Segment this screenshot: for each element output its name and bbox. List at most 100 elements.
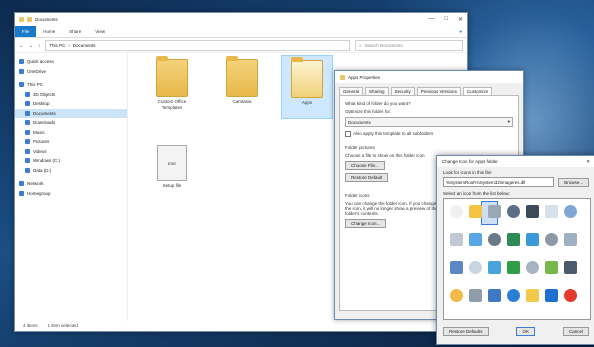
ribbon-tab-home[interactable]: Home — [36, 26, 62, 37]
icon-option[interactable] — [450, 289, 463, 302]
icon-option[interactable] — [469, 233, 482, 246]
icon-option[interactable] — [469, 289, 482, 302]
icon-option[interactable] — [564, 205, 577, 218]
restore-defaults-button[interactable]: Restore Defaults — [443, 327, 489, 336]
breadcrumb-documents[interactable]: Documents — [73, 43, 96, 48]
sidebar-item-network[interactable]: Network — [15, 179, 127, 189]
file-item-setup[interactable]: EXE Setup file — [147, 145, 197, 189]
back-arrow-icon[interactable]: ← — [19, 43, 24, 48]
icon-option[interactable] — [526, 289, 539, 302]
file-item-custom-office-templates[interactable]: Custom Office Templates — [147, 56, 197, 110]
ribbon-tab-share[interactable]: Share — [62, 26, 88, 37]
ribbon-tab-file[interactable]: File — [15, 26, 37, 37]
icon-option[interactable] — [564, 233, 577, 246]
sidebar-item-downloads[interactable]: Downloads — [15, 118, 127, 128]
sidebar-item-music[interactable]: Music — [15, 128, 127, 138]
search-placeholder: Search Documents — [364, 42, 403, 48]
icon-option[interactable] — [507, 233, 520, 246]
browse-button[interactable]: Browse... — [558, 177, 589, 187]
sidebar-item-quick-access[interactable]: Quick access — [15, 57, 127, 67]
sidebar-item-this-pc[interactable]: This PC — [15, 80, 127, 90]
change-icon-ok-button[interactable]: OK — [516, 327, 535, 336]
breadcrumb-this-pc[interactable]: This PC — [49, 43, 65, 48]
sidebar-item-homegroup[interactable]: Homegroup — [15, 189, 127, 199]
minimize-icon[interactable]: — — [428, 16, 434, 23]
icon-list[interactable] — [443, 198, 591, 320]
icon-option[interactable] — [507, 261, 520, 274]
icon-option[interactable] — [545, 205, 558, 218]
change-icon-title: Change Icon for Apps folder — [442, 159, 498, 164]
quick-access-icon[interactable] — [27, 17, 32, 22]
tab-customize[interactable]: Customize — [462, 87, 493, 95]
sidebar-item-windows-c[interactable]: Windows (C:) — [15, 156, 127, 166]
forward-arrow-icon[interactable]: → — [29, 43, 34, 48]
music-icon — [25, 129, 30, 135]
choose-file-button[interactable]: Choose File... — [345, 161, 385, 170]
properties-title: Apps Properties — [348, 74, 381, 80]
optimize-label: Optimize this folder for: — [345, 109, 392, 114]
folder-icon — [156, 56, 188, 97]
icon-option[interactable] — [564, 289, 577, 302]
close-icon[interactable]: ✕ — [458, 16, 463, 23]
search-input[interactable]: ⌕ Search Documents — [355, 39, 463, 51]
icon-option[interactable] — [469, 261, 482, 274]
sidebar-item-desktop[interactable]: Desktop — [15, 99, 127, 109]
icon-option[interactable] — [526, 233, 539, 246]
icon-option[interactable] — [507, 289, 520, 302]
icon-option[interactable] — [488, 289, 501, 302]
restore-default-button[interactable]: Restore Default — [345, 173, 389, 182]
icon-option[interactable] — [469, 205, 482, 218]
icon-option[interactable] — [545, 233, 558, 246]
optimize-select[interactable]: Documents ▾ — [345, 117, 513, 127]
cloud-icon — [19, 68, 24, 74]
icon-option[interactable] — [450, 261, 463, 274]
up-arrow-icon[interactable]: ↑ — [38, 43, 40, 48]
change-icon-button[interactable]: Change Icon... — [345, 219, 387, 228]
sidebar-item-label: Windows (C:) — [33, 158, 61, 164]
explorer-titlebar: Documents — □ ✕ — [15, 13, 467, 26]
icon-option[interactable] — [507, 205, 520, 218]
icon-option[interactable] — [488, 261, 501, 274]
sidebar-item-label: 3D Objects — [33, 91, 56, 97]
checkbox-icon — [345, 131, 351, 137]
tab-sharing[interactable]: Sharing — [365, 87, 389, 95]
ribbon-tab-view[interactable]: View — [88, 26, 112, 37]
sidebar-item-documents[interactable]: Documents — [15, 108, 127, 118]
icon-option[interactable] — [526, 205, 539, 218]
file-item-camtasia[interactable]: Camtasia — [217, 56, 267, 105]
folder-kind-question: What kind of folder do you want? — [345, 101, 411, 106]
sidebar-item-pictures[interactable]: Pictures — [15, 137, 127, 147]
address-bar[interactable]: This PC › Documents — [45, 39, 350, 51]
status-selected: 1 item selected — [47, 322, 78, 328]
icon-option[interactable] — [488, 205, 501, 218]
icon-option[interactable] — [564, 261, 577, 274]
folder-pictures-heading: Folder pictures — [345, 145, 375, 150]
tab-previous-versions[interactable]: Previous Versions — [416, 87, 461, 95]
sidebar-item-data-d[interactable]: Data (D:) — [15, 166, 127, 176]
sidebar-item-onedrive[interactable]: OneDrive — [15, 67, 127, 77]
file-list: Custom Office Templates Camtasia Apps EX… — [129, 55, 344, 315]
sidebar-item-3d-objects[interactable]: 3D Objects — [15, 90, 127, 100]
icon-option[interactable] — [450, 205, 463, 218]
icon-option[interactable] — [526, 261, 539, 274]
maximize-icon[interactable]: □ — [444, 16, 448, 23]
folder-icons-desc: You can change the folder icon. If you c… — [345, 201, 438, 216]
tab-general[interactable]: General — [339, 87, 364, 95]
sidebar-item-label: Quick access — [27, 59, 54, 65]
tab-security[interactable]: Security — [390, 87, 415, 95]
apply-subfolders-checkbox[interactable]: Also apply this template to all subfolde… — [345, 131, 513, 137]
sidebar-item-videos[interactable]: Videos — [15, 147, 127, 157]
change-icon-cancel-button[interactable]: Cancel — [562, 327, 589, 336]
icon-option[interactable] — [450, 233, 463, 246]
file-item-apps[interactable]: Apps — [281, 55, 333, 119]
icon-file-path-input[interactable]: %SystemRoot%\System32\imageres.dll — [443, 177, 555, 187]
folder-icon — [19, 17, 24, 22]
help-icon[interactable]: ● — [459, 26, 467, 37]
close-icon[interactable]: ✕ — [586, 159, 590, 165]
icon-option[interactable] — [545, 261, 558, 274]
icon-option[interactable] — [488, 233, 501, 246]
folder-with-documents-icon — [291, 57, 323, 98]
window-title: Documents — [35, 17, 58, 22]
search-icon: ⌕ — [359, 42, 362, 48]
icon-option[interactable] — [545, 289, 558, 302]
